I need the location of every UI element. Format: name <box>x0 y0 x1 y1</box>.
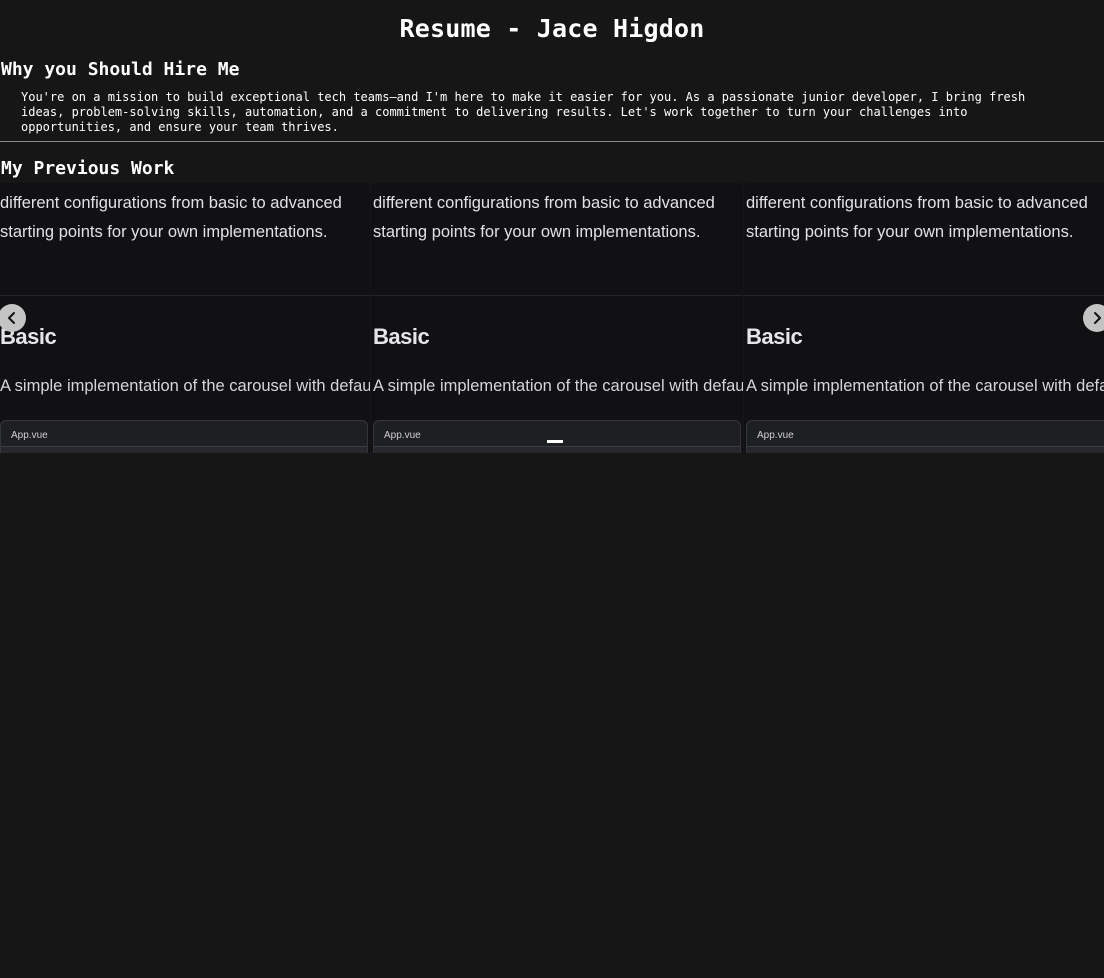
work-carousel[interactable]: different configurations from basic to a… <box>0 183 1104 453</box>
slide-intro-line: starting points for your own implementat… <box>373 223 701 241</box>
slide-description: A simple implementation of the carousel … <box>0 377 370 395</box>
carousel-slide[interactable]: different configurations from basic to a… <box>371 183 743 453</box>
slide-intro-line: starting points for your own implementat… <box>746 223 1074 241</box>
chevron-right-icon <box>1094 312 1101 324</box>
slide-separator <box>0 295 370 296</box>
page-title: Resume - Jace Higdon <box>399 14 705 43</box>
code-file-tab[interactable]: App.vue <box>11 430 48 441</box>
section-divider <box>0 141 1104 142</box>
code-file-tab[interactable]: App.vue <box>384 430 421 441</box>
code-file-tab[interactable]: App.vue <box>757 430 794 441</box>
slide-intro-text: different configurations from basic to a… <box>373 189 743 247</box>
slide-intro-line: different configurations from basic to a… <box>746 194 1088 212</box>
code-body <box>374 447 740 453</box>
slide-intro-line: different configurations from basic to a… <box>373 194 715 212</box>
why-hire-text: You're on a mission to build exceptional… <box>21 90 1026 134</box>
slide-title: Basic <box>373 324 430 349</box>
code-body <box>1 447 367 453</box>
carousel-slide[interactable]: different configurations from basic to a… <box>744 183 1104 453</box>
slide-separator <box>371 295 743 296</box>
slide-intro-text: different configurations from basic to a… <box>0 189 370 247</box>
slide-intro-line: different configurations from basic to a… <box>0 194 342 212</box>
code-panel: App.vue <box>0 420 368 453</box>
why-hire-heading: Why you Should Hire Me <box>1 59 240 80</box>
code-panel: App.vue <box>746 420 1104 453</box>
carousel-next-button[interactable] <box>1083 304 1104 332</box>
slide-separator <box>744 295 1104 296</box>
previous-work-heading: My Previous Work <box>1 158 175 179</box>
slide-intro-line: starting points for your own implementat… <box>0 223 328 241</box>
slide-description: A simple implementation of the carousel … <box>746 377 1104 395</box>
carousel-indicator-active[interactable] <box>547 440 563 443</box>
carousel-slide[interactable]: different configurations from basic to a… <box>0 183 370 453</box>
slide-title: Basic <box>746 324 803 349</box>
chevron-left-icon <box>8 312 15 324</box>
carousel-track: different configurations from basic to a… <box>0 183 1104 453</box>
slide-description: A simple implementation of the carousel … <box>373 377 743 395</box>
slide-intro-text: different configurations from basic to a… <box>746 189 1104 247</box>
code-panel: App.vue <box>373 420 741 453</box>
code-body <box>747 447 1104 453</box>
